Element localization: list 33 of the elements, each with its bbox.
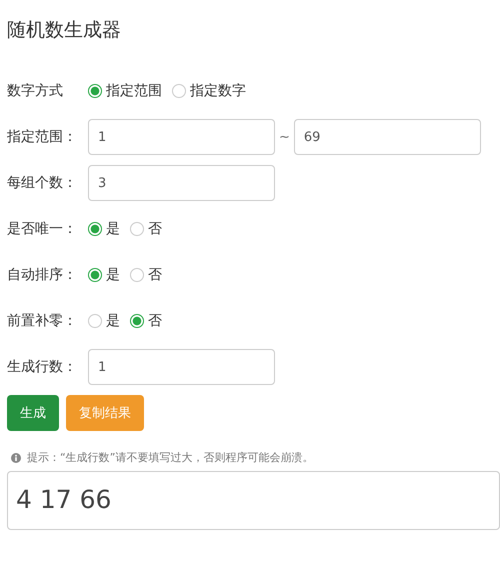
action-button[interactable]: 生成 [7,395,59,431]
range-separator: ~ [279,130,290,144]
radio-label[interactable]: 否 [148,266,162,284]
field-label: 是否唯一： [7,220,78,238]
field-label: 生成行数： [7,358,78,376]
hint-text: 提示：“生成行数”请不要填写过大，否则程序可能会崩溃。 [27,450,314,465]
radio-button[interactable] [88,268,102,282]
radio-label[interactable]: 否 [148,312,162,330]
radio-button[interactable] [88,314,102,328]
field-label: 前置补零： [7,312,78,330]
radio-label[interactable]: 是 [106,266,120,284]
radio-button[interactable] [130,222,144,236]
radio-button[interactable] [130,314,144,328]
field-label: 数字方式 [7,82,64,100]
radio-button[interactable] [88,84,102,98]
page-title: 随机数生成器 [7,18,122,43]
radio-label[interactable]: 是 [106,312,120,330]
radio-label[interactable]: 指定数字 [190,82,246,100]
field-label: 每组个数： [7,174,78,192]
radio-label[interactable]: 是 [106,220,120,238]
radio-button[interactable] [88,222,102,236]
field-label: 指定范围： [7,128,78,146]
result-box[interactable]: 4 17 66 [7,471,500,530]
input-field[interactable]: 1 [88,349,275,385]
field-label: 自动排序： [7,266,78,284]
input-field[interactable]: 69 [294,119,481,155]
info-icon [11,452,21,462]
radio-button[interactable] [172,84,186,98]
input-field[interactable]: 1 [88,119,275,155]
radio-label[interactable]: 否 [148,220,162,238]
radio-label[interactable]: 指定范围 [106,82,162,100]
radio-button[interactable] [130,268,144,282]
input-field[interactable]: 3 [88,165,275,201]
